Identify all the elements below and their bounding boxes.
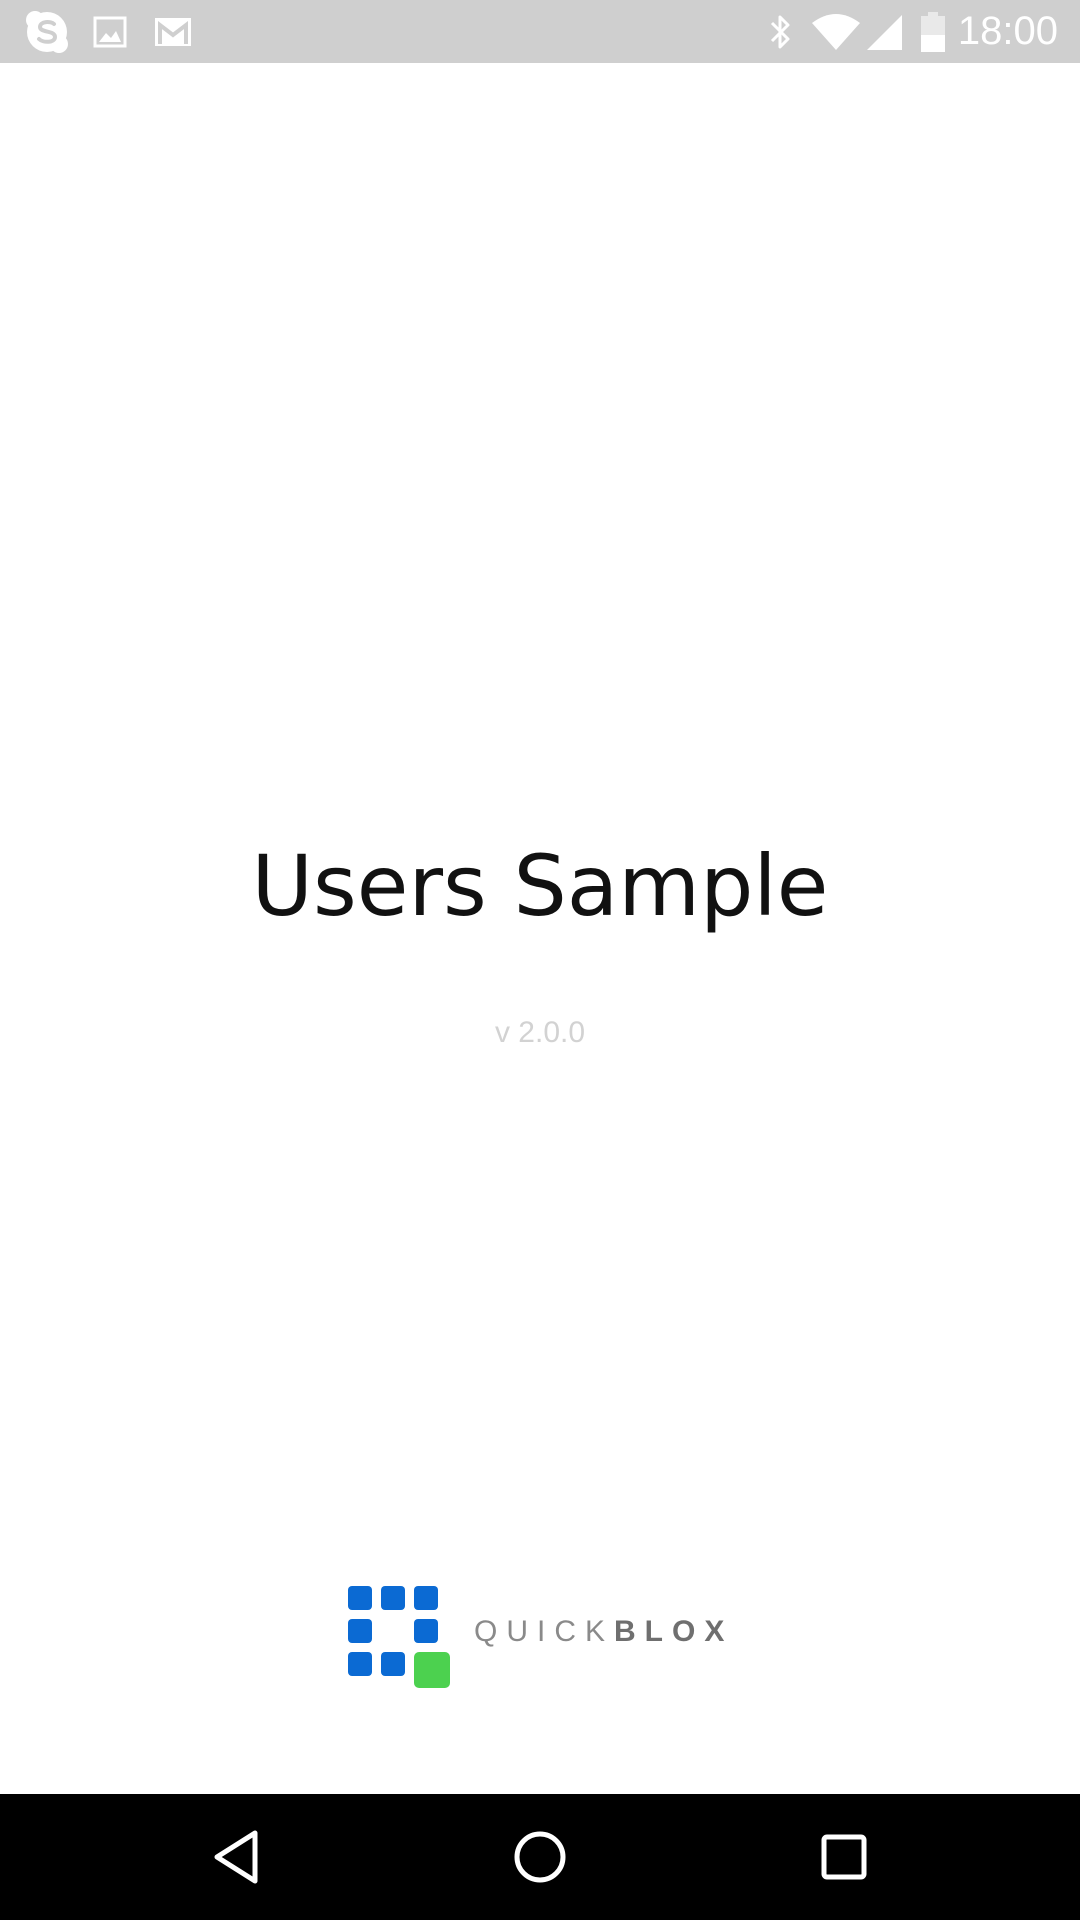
quickblox-logo-mark (348, 1586, 452, 1690)
back-button[interactable] (156, 1794, 316, 1920)
quickblox-wordmark: QUICKBLOX (474, 1586, 733, 1678)
image-icon (92, 0, 128, 63)
gmail-icon (152, 0, 194, 63)
home-icon (513, 1830, 567, 1884)
wordmark-bold: BLOX (614, 1615, 734, 1648)
app-version: v 2.0.0 (494, 1016, 586, 1049)
status-bar: 18:00 (0, 0, 1080, 63)
status-time: 18:00 (957, 9, 1058, 53)
home-button[interactable] (460, 1794, 620, 1920)
bluetooth-icon (764, 0, 798, 63)
recents-button[interactable] (764, 1794, 924, 1920)
app-title: Users Sample (251, 837, 829, 935)
recents-icon (820, 1833, 868, 1881)
back-icon (211, 1829, 261, 1885)
cell-signal-icon (864, 0, 904, 63)
quickblox-logo: QUICKBLOX (348, 1586, 738, 1690)
wifi-icon (810, 0, 862, 63)
skype-icon (22, 0, 72, 63)
wordmark-light: QUICK (474, 1615, 615, 1648)
navigation-bar (0, 1794, 1080, 1920)
battery-icon (918, 0, 948, 63)
